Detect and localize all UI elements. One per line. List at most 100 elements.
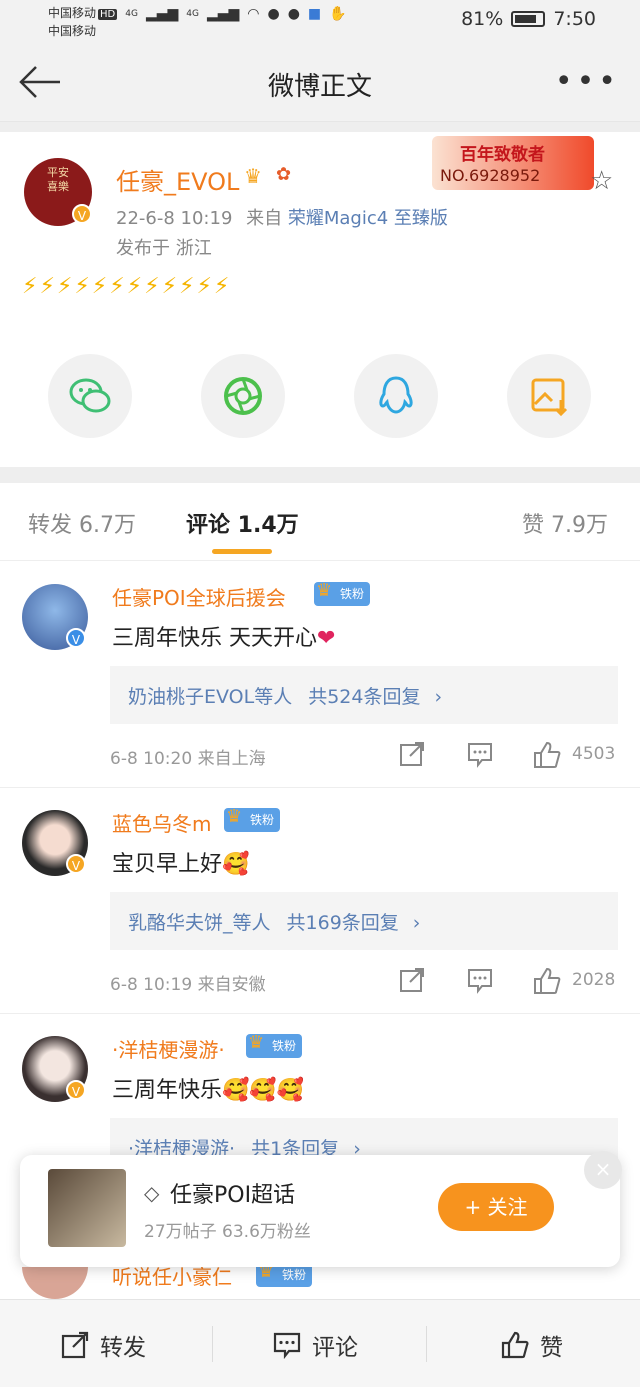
hand-icon: ✋	[329, 6, 347, 22]
battery-percent: 81%	[461, 8, 504, 30]
badge-title: 百年致敬者	[460, 145, 545, 165]
crown-icon: ♛	[244, 164, 262, 188]
tab-like[interactable]: 赞 7.9万	[522, 507, 608, 539]
like-count: 2028	[572, 970, 616, 990]
qq-status-icon: ●	[267, 6, 280, 22]
comment-body: 宝贝早上好	[112, 852, 223, 877]
source-prefix: 来自	[246, 208, 283, 229]
comment-label: 评论	[312, 1335, 358, 1361]
repost-button[interactable]: 转发	[60, 1328, 146, 1362]
like-icon[interactable]	[532, 740, 562, 770]
reply-count: 共169条回复	[286, 912, 399, 934]
wifi-icon: ◠	[247, 6, 260, 22]
save-image-icon	[531, 378, 568, 417]
verified-icon: V	[66, 628, 86, 648]
topic-thumbnail[interactable]	[48, 1169, 126, 1247]
star-icon[interactable]: ☆	[590, 166, 613, 196]
hd-badge: HD	[98, 8, 118, 20]
chevron-right-icon: ›	[434, 686, 443, 708]
diamond-icon: ◇	[144, 1181, 160, 1205]
battery-level	[515, 15, 537, 23]
fan-label: 铁粉	[282, 1268, 307, 1282]
chevron-right-icon: ›	[412, 912, 421, 934]
bottom-action-bar: 转发 评论 赞	[0, 1299, 640, 1387]
commenter-name[interactable]: 听说任小豪仁	[112, 1267, 232, 1290]
carrier-labels: 中国移动 中国移动	[48, 4, 96, 40]
battery-icon	[511, 11, 546, 27]
tab-repost[interactable]: 转发 6.7万	[28, 507, 136, 539]
carrier-1: 中国移动	[48, 6, 97, 20]
comment-icon[interactable]	[466, 966, 494, 994]
fan-badge: ♛ 铁粉	[224, 806, 281, 832]
section-divider	[0, 467, 640, 483]
moments-icon	[224, 377, 262, 415]
heart-emoji: ❤	[317, 626, 336, 651]
comment-time: 6-8 10:19 来自安徽	[110, 975, 266, 995]
commenter-name[interactable]: ·洋桔梗漫游·	[112, 1034, 225, 1063]
replies-preview[interactable]: 奶油桃子EVOL等人 共524条回复 ›	[110, 666, 618, 724]
share-qq-button[interactable]	[354, 354, 438, 438]
divider	[426, 1326, 427, 1362]
divider	[212, 1326, 213, 1362]
fan-label: 铁粉	[340, 587, 365, 601]
share-moments-button[interactable]	[201, 354, 285, 438]
fan-label: 铁粉	[272, 1039, 297, 1053]
crown-icon: ♛	[258, 1267, 275, 1282]
commenter-name[interactable]: 蓝色乌冬m	[112, 808, 211, 837]
save-image-button[interactable]	[507, 354, 591, 438]
topic-stats: 27万帖子 63.6万粉丝	[144, 1222, 311, 1242]
like-label: 赞	[540, 1335, 563, 1361]
comment-item: 听说任小豪仁 ♛ 铁粉	[0, 1267, 640, 1299]
replies-preview[interactable]: 乳酪华夫饼_等人 共169条回复 ›	[110, 892, 618, 950]
repost-icon	[61, 1331, 89, 1359]
verified-icon: V	[72, 204, 92, 224]
reply-count: 共524条回复	[308, 686, 421, 708]
commenter-avatar[interactable]	[22, 1267, 88, 1299]
comment-time: 6-8 10:20 来自上海	[110, 749, 266, 769]
verified-icon: V	[66, 1080, 86, 1100]
share-wechat-button[interactable]	[48, 354, 132, 438]
signal-icon: ▂▄▆	[145, 6, 179, 22]
carrier-2: 中国移动	[48, 24, 97, 38]
repost-icon[interactable]	[398, 740, 426, 768]
like-count: 4503	[572, 744, 616, 764]
wechat-status-icon: ●	[287, 6, 300, 22]
tab-comment[interactable]: 评论 1.4万	[186, 507, 299, 539]
comment-text: 三周年快乐🥰🥰🥰	[112, 1072, 304, 1104]
emoji: 🥰	[222, 852, 250, 877]
topic-title[interactable]: 任豪POI超话	[170, 1177, 295, 1209]
qq-icon	[379, 376, 413, 414]
more-icon[interactable]: •••	[555, 67, 620, 97]
comment-icon[interactable]	[466, 740, 494, 768]
like-button[interactable]: 赞	[500, 1328, 563, 1362]
status-icons: HD 4G ▂▄▆ 4G ▂▄▆ ◠ ● ● ■ ✋	[98, 6, 347, 22]
like-icon[interactable]	[532, 966, 562, 996]
commenter-name[interactable]: 任豪POI全球后援会	[112, 582, 286, 611]
reply-users: 乳酪华夫饼_等人	[128, 912, 271, 934]
clock: 7:50	[553, 8, 596, 30]
fan-badge: ♛ 铁粉	[256, 1267, 313, 1287]
post-device[interactable]: 荣耀Magic4 至臻版	[288, 208, 448, 229]
avatar-text: 平安喜樂	[47, 166, 69, 193]
post-meta: 22-6-8 10:19 来自 荣耀Magic4 至臻版	[116, 204, 448, 230]
repost-label: 转发	[100, 1335, 146, 1361]
author-name[interactable]: 任豪_EVOL	[116, 162, 239, 197]
comment-item: V 任豪POI全球后援会 ♛ 铁粉 三周年快乐 天天开心❤ 奶油桃子EVOL等人共…	[0, 562, 640, 788]
network-label-1: 4G	[125, 9, 138, 19]
verified-icon: V	[66, 854, 86, 874]
badge-number: NO.6928952	[440, 166, 541, 185]
fan-badge-icon: ✿	[276, 164, 292, 185]
follow-button[interactable]: + 关注	[438, 1183, 554, 1231]
comment-button[interactable]: 评论	[272, 1328, 358, 1362]
crown-icon: ♛	[316, 580, 333, 601]
honor-badge[interactable]: 百年致敬者 NO.6928952	[432, 136, 594, 190]
section-divider	[0, 122, 640, 132]
wechat-icon	[69, 378, 111, 413]
fan-badge: ♛ 铁粉	[246, 1032, 303, 1058]
close-icon[interactable]: ×	[584, 1151, 622, 1189]
comment-text: 三周年快乐 天天开心❤	[112, 620, 335, 652]
comment-text: 宝贝早上好🥰	[112, 846, 249, 878]
signal-icon: ▂▄▆	[206, 6, 240, 22]
repost-icon[interactable]	[398, 966, 426, 994]
comment-body: 三周年快乐	[112, 1078, 223, 1103]
